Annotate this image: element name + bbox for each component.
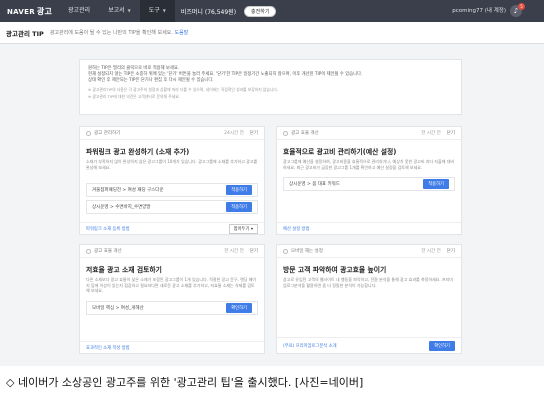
account-menu[interactable]: pcoming77 (내 계정) [452,0,506,22]
card-close-button[interactable]: 닫기 [447,248,455,254]
apply-button[interactable]: 적용하기 [226,202,252,213]
card-time: 한 시간 전 [421,249,441,254]
apply-button[interactable]: 적용하기 [423,179,449,190]
notice-line: 상태 확인 후 제안되는 TIP은 닫기나 편집 후 다시 제안될 수 있습니다… [88,78,214,84]
help-link[interactable]: 도움말 [174,30,188,36]
bizmoney-balance: 비즈머니 (76,549원) [180,8,237,16]
card-time: 한 시간 전 [224,249,244,254]
page-title: 광고관리 TIP [6,29,44,38]
chevron-down-icon: ▼ [162,8,166,13]
naver-ad-logo[interactable]: NAVER 광고 [7,6,59,17]
tips-notice-box: 원하는 TIP은 멀리의 클릭으로 바로 적용해 보세요. 현재 설정되지 않는… [79,59,462,115]
nav-tools[interactable]: 도구 ▼ [139,0,175,22]
card-header: 광고 효율 개선 한 시간 전 닫기 [277,127,461,140]
notice-footnote: ※ 광고관리TIP의 사용은 각 광고주의 설정과 상황에 따라 다를 수 있으… [88,86,279,92]
category-icon [283,130,288,136]
card-close-button[interactable]: 닫기 [250,248,258,254]
photo-caption: ◇ 네이버가 소상공인 광고주를 위한 '광고관리 팁'을 출시했다. [사진=… [6,376,364,389]
card-title: 저효율 광고 소재 검토하기 [86,266,162,274]
guide-link[interactable]: (무료) 프리미엄로그분석 소개 [283,343,337,349]
card-title: 효율적으로 광고비 관리하기(예산 설정) [283,148,397,156]
card-close-button[interactable]: 닫기 [250,130,258,136]
apply-button[interactable]: 적용하기 [226,185,252,196]
main-nav: 광고관리 보고서 ▼ 도구 ▼ [59,0,175,22]
card-time: 한 시간 전 [421,131,441,136]
tip-card-low-efficiency: 광고 효율 개선 한 시간 전 닫기 저효율 광고 소재 검토하기 다른 소재보… [79,244,265,354]
card-header: 광고 관리하기 24시간 전 닫기 [80,127,264,140]
card-target-row: 겨울점퍼패딩전 > 여성 패딩 구스다운 적용하기 [86,183,258,198]
page-header: 광고관리 TIP 광고관리에 도움이 될 수 있는 나만의 TIP을 확인해 보… [0,22,544,44]
tips-content: 원하는 TIP은 멀리의 클릭으로 바로 적용해 보세요. 현재 설정되지 않는… [0,44,544,366]
chevron-down-icon: ▼ [127,8,131,13]
card-target-row: 상시운영 > 수면바지_수면양말 적용하기 [86,200,258,215]
card-time: 24시간 전 [224,131,244,136]
notice-footnote: ※ 광고관리 TIP에 대한 의견은 고객센터로 문의해 주세요. [88,94,180,100]
notification-badge: 5 [518,3,525,10]
guide-link[interactable]: 예산 설정 방법 [283,226,309,232]
card-header: 광고 효율 개선 한 시간 전 닫기 [80,245,264,258]
check-button[interactable]: 확인하기 [429,340,455,351]
guide-link[interactable]: 파워링크 소재 등록 방법 [86,226,130,232]
card-description: 광고로 유입된 고객의 웹사이트 내 행동을 파악하고, 전환 분석을 통해 광… [283,277,453,288]
collapse-button[interactable]: 접어두기 ▾ [228,223,258,234]
tip-card-budget: 광고 효율 개선 한 시간 전 닫기 효율적으로 광고비 관리하기(예산 설정)… [276,126,462,235]
check-button[interactable]: 확인하기 [226,302,252,313]
tip-card-visitor-analysis: 모바일 해는 설정 한 시간 전 닫기 방문 고객 파악하여 광고효율 높이기 … [276,244,462,354]
card-description: 소재가 부족하지 않아 완성하지 않은 광고그룹이 10개가 있습니다. 광고그… [86,159,258,170]
tip-card-powerlink: 광고 관리하기 24시간 전 닫기 파워링크 광고 완성하기 (소재 추가) 소… [79,126,265,235]
top-navigation-bar: NAVER 광고 광고관리 보고서 ▼ 도구 ▼ 비즈머니 (76,549원) 충전하… [0,0,544,22]
charge-button[interactable]: 충전하기 [244,5,277,17]
page-description: 광고관리에 도움이 될 수 있는 나만의 TIP을 확인해 보세요. 도움말 [49,30,189,36]
card-footer: 효과적인 소재 작성 방법 [80,341,264,353]
category-icon [86,248,91,254]
card-footer: 예산 설정 방법 [277,222,461,234]
card-title: 방문 고객 파악하여 광고효율 높이기 [283,266,387,274]
card-footer: (무료) 프리미엄로그분석 소개 확인하기 [277,337,461,353]
card-description: 다른 소재보다 광고 효율이 낮은 소재가 포함된 광고그룹이 1개 있습니다.… [86,277,257,294]
category-icon [86,130,91,136]
guide-link[interactable]: 효과적인 소재 작성 방법 [86,345,130,351]
card-title: 파워링크 광고 완성하기 (소재 추가) [86,148,190,156]
card-description: 광고그룹에 예산을 설정하여, 광고비용을 효율적으로 관리하거나, 예상치 못… [283,159,455,170]
card-close-button[interactable]: 닫기 [447,130,455,136]
nav-reports[interactable]: 보고서 ▼ [99,0,140,22]
card-target-row: 모바일 핵심 > 여성_게헤산 확인하기 [86,300,258,315]
card-footer: 파워링크 소재 등록 방법 접어두기 ▾ [80,222,264,234]
card-target-row: 상시운영 > 봄 대표 키워드 적용하기 [283,177,455,192]
card-header: 모바일 해는 설정 한 시간 전 닫기 [277,245,461,258]
category-icon [283,248,288,254]
nav-ad-management[interactable]: 광고관리 [59,0,99,22]
